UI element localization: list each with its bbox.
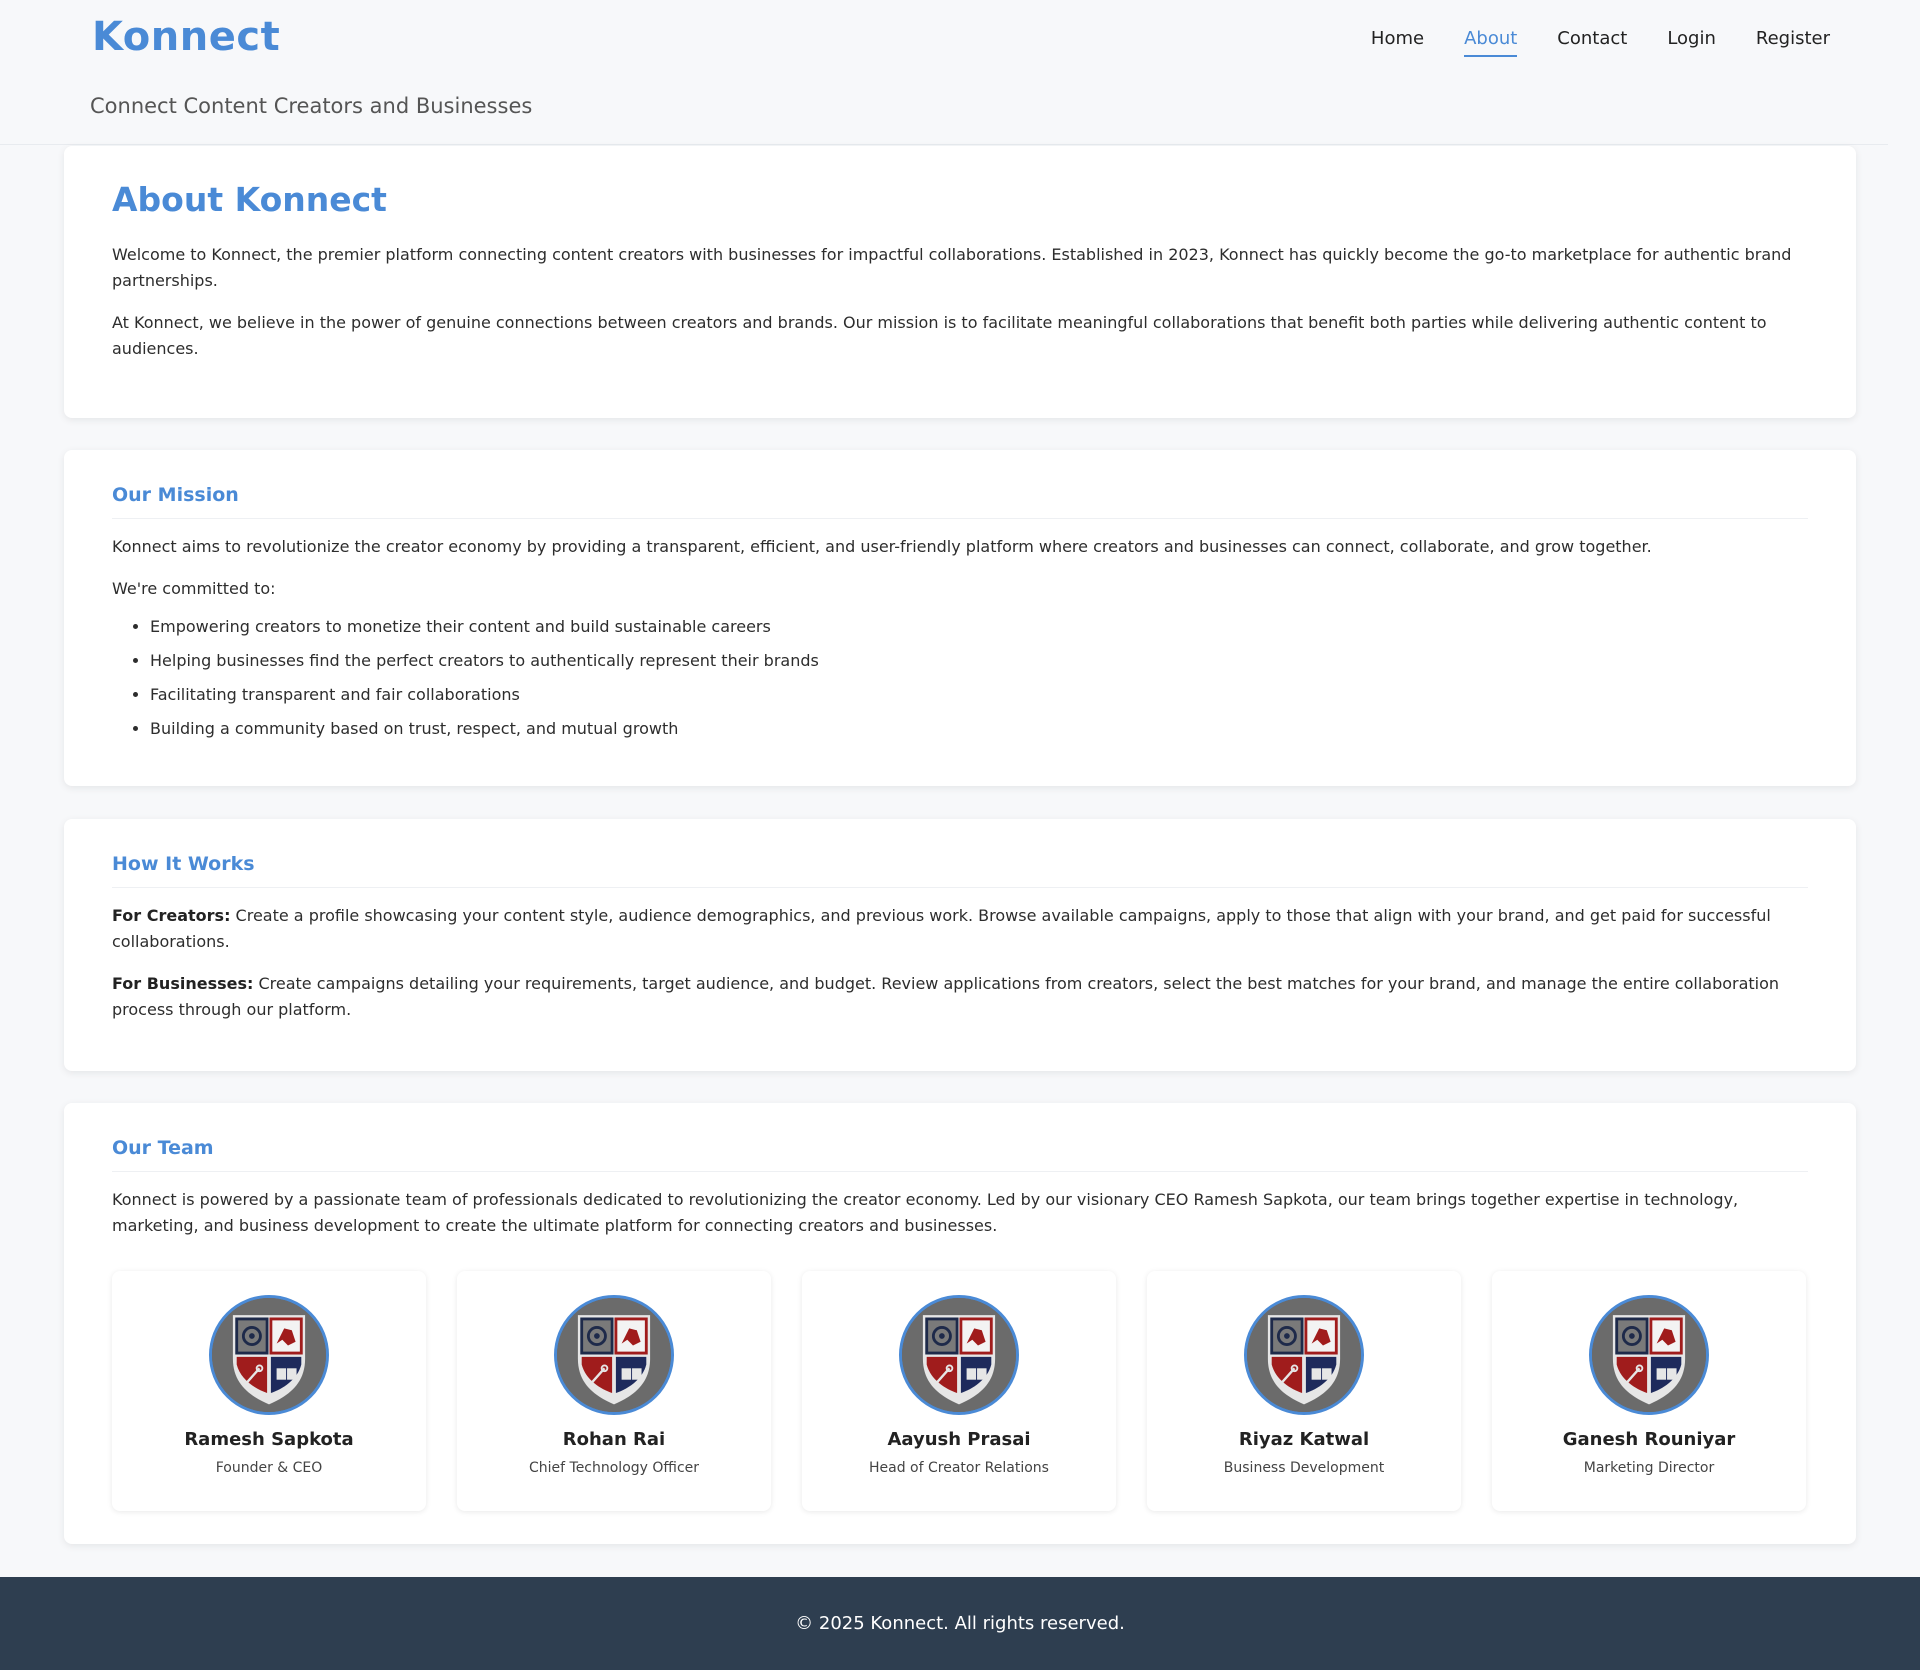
list-item: Helping businesses find the perfect crea… <box>150 644 1808 678</box>
team-member-card: Ganesh Rouniyar Marketing Director <box>1492 1271 1806 1511</box>
crest-icon <box>209 1295 329 1415</box>
nav-home[interactable]: Home <box>1371 28 1424 57</box>
businesses-paragraph: For Businesses: Create campaigns detaili… <box>112 971 1808 1023</box>
team-intro: Konnect is powered by a passionate team … <box>112 1190 1739 1235</box>
crest-icon <box>1589 1295 1709 1415</box>
businesses-text: Create campaigns detailing your requirem… <box>112 974 1780 1019</box>
how-it-works-card: How It Works For Creators: Create a prof… <box>64 819 1856 1071</box>
about-card: About Konnect Welcome to Konnect, the pr… <box>64 146 1856 418</box>
team-member-card: Ramesh Sapkota Founder & CEO <box>112 1271 426 1511</box>
page-title: About Konnect <box>112 180 387 219</box>
list-item: Empowering creators to monetize their co… <box>150 610 1808 644</box>
member-role: Founder & CEO <box>215 1460 323 1476</box>
member-role: Business Development <box>1223 1460 1385 1476</box>
team-card: Our Team Konnect is powered by a passion… <box>64 1103 1856 1544</box>
member-role: Head of Creator Relations <box>869 1460 1049 1476</box>
member-name: Ramesh Sapkota <box>184 1429 354 1450</box>
how-it-works-title: How It Works <box>112 853 1808 888</box>
team-member-card: Aayush Prasai Head of Creator Relations <box>802 1271 1116 1511</box>
logo[interactable]: Konnect <box>92 14 280 60</box>
mission-list: Empowering creators to monetize their co… <box>150 610 1808 746</box>
crest-icon <box>554 1295 674 1415</box>
nav-login[interactable]: Login <box>1667 28 1716 57</box>
member-role: Marketing Director <box>1583 1460 1715 1476</box>
member-role: Chief Technology Officer <box>528 1460 700 1476</box>
list-item: Facilitating transparent and fair collab… <box>150 678 1808 712</box>
member-name: Rohan Rai <box>562 1429 666 1450</box>
nav-register[interactable]: Register <box>1756 28 1830 57</box>
crest-icon <box>1244 1295 1364 1415</box>
about-paragraph-1: Welcome to Konnect, the premier platform… <box>112 245 1792 290</box>
mission-commitment-intro: We're committed to: <box>112 579 276 598</box>
team-grid: Ramesh Sapkota Founder & CEO Rohan Rai C… <box>112 1271 1808 1511</box>
team-member-card: Rohan Rai Chief Technology Officer <box>457 1271 771 1511</box>
tagline: Connect Content Creators and Businesses <box>90 94 533 118</box>
member-name: Ganesh Rouniyar <box>1562 1429 1736 1450</box>
main-nav: Home About Contact Login Register <box>1331 28 1888 57</box>
crest-icon <box>899 1295 1019 1415</box>
businesses-label: For Businesses: <box>112 974 254 993</box>
team-member-card: Riyaz Katwal Business Development <box>1147 1271 1461 1511</box>
nav-about[interactable]: About <box>1464 28 1518 57</box>
team-title: Our Team <box>112 1137 1808 1172</box>
site-footer: © 2025 Konnect. All rights reserved. <box>0 1577 1920 1670</box>
creators-label: For Creators: <box>112 906 231 925</box>
site-header: Konnect Connect Content Creators and Bus… <box>0 0 1888 145</box>
list-item: Building a community based on trust, res… <box>150 712 1808 746</box>
mission-card: Our Mission Konnect aims to revolutioniz… <box>64 450 1856 786</box>
about-paragraph-2: At Konnect, we believe in the power of g… <box>112 313 1767 358</box>
mission-paragraph: Konnect aims to revolutionize the creato… <box>112 537 1652 556</box>
mission-title: Our Mission <box>112 484 1808 519</box>
creators-paragraph: For Creators: Create a profile showcasin… <box>112 903 1808 955</box>
creators-text: Create a profile showcasing your content… <box>112 906 1771 951</box>
nav-contact[interactable]: Contact <box>1557 28 1627 57</box>
copyright-text: © 2025 Konnect. All rights reserved. <box>795 1613 1125 1634</box>
member-name: Aayush Prasai <box>887 1429 1031 1450</box>
member-name: Riyaz Katwal <box>1238 1429 1370 1450</box>
